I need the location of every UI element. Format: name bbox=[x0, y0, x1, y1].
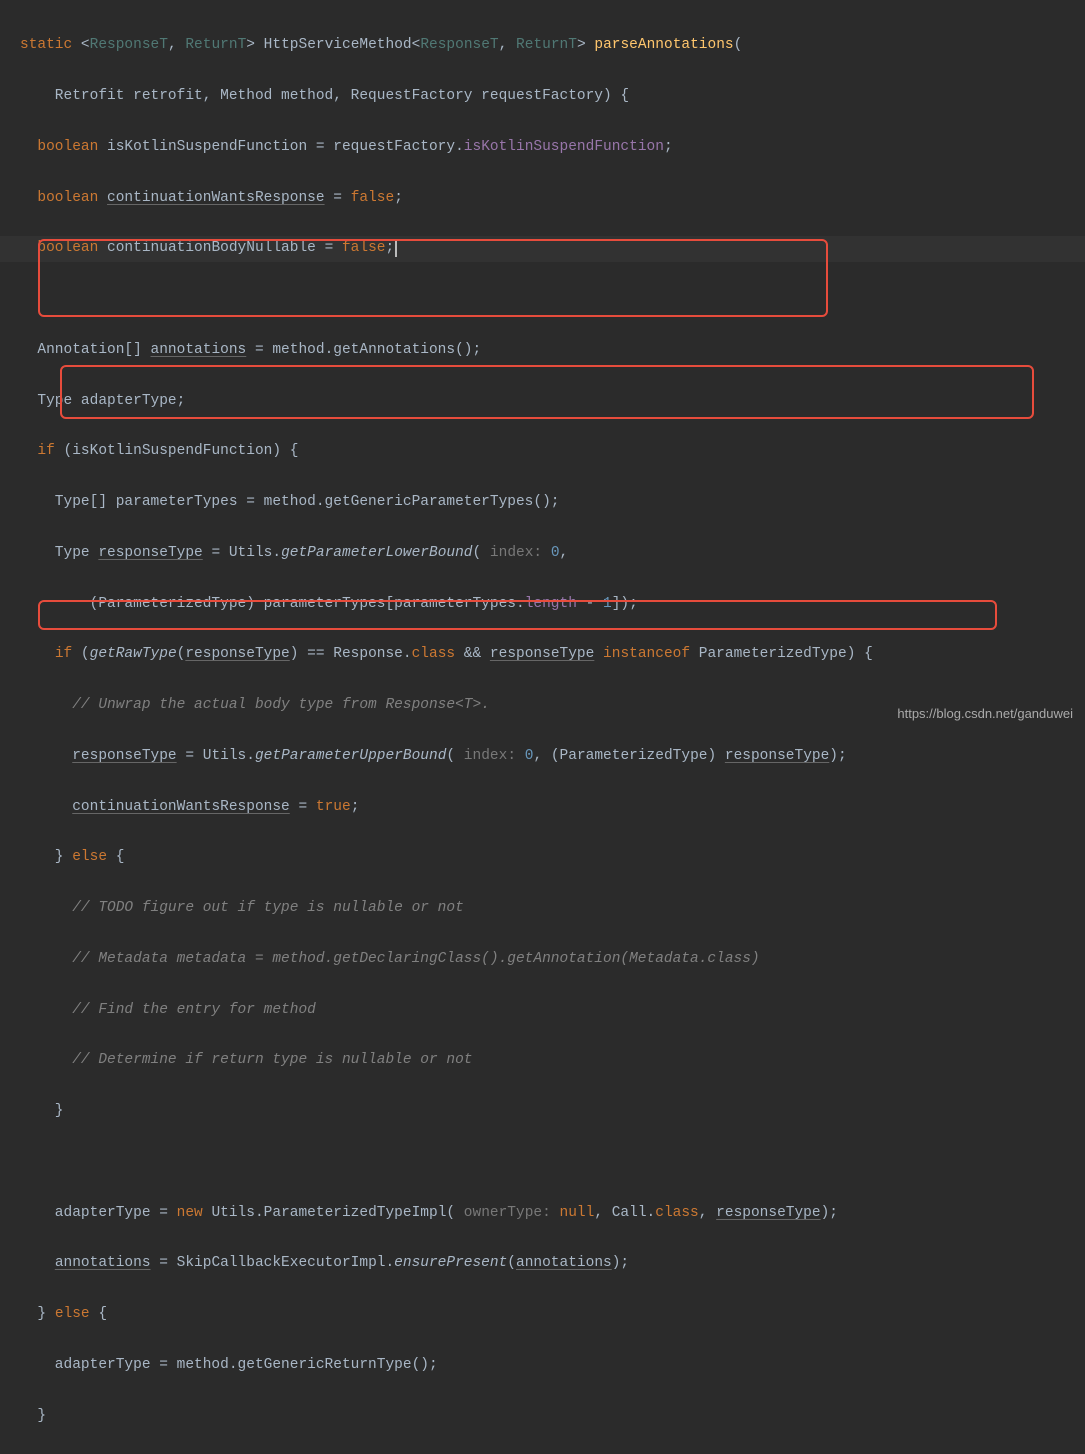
text-cursor bbox=[395, 239, 397, 257]
code-line: continuationWantsResponse = true; bbox=[0, 795, 1085, 820]
code-line: adapterType = new Utils.ParameterizedTyp… bbox=[0, 1201, 1085, 1226]
code-line: boolean isKotlinSuspendFunction = reques… bbox=[0, 135, 1085, 160]
code-line: (ParameterizedType) parameterTypes[param… bbox=[0, 592, 1085, 617]
code-line: static <ResponseT, ReturnT> HttpServiceM… bbox=[0, 33, 1085, 58]
watermark-text: https://blog.csdn.net/ganduwei bbox=[897, 703, 1073, 726]
code-line bbox=[0, 287, 1085, 312]
code-line: boolean continuationWantsResponse = fals… bbox=[0, 186, 1085, 211]
code-line: annotations = SkipCallbackExecutorImpl.e… bbox=[0, 1251, 1085, 1276]
code-line: } bbox=[0, 1099, 1085, 1124]
code-line: Annotation[] annotations = method.getAnn… bbox=[0, 338, 1085, 363]
code-line: // Find the entry for method bbox=[0, 998, 1085, 1023]
code-line: // Determine if return type is nullable … bbox=[0, 1048, 1085, 1073]
code-block: static <ResponseT, ReturnT> HttpServiceM… bbox=[0, 0, 1085, 1454]
code-line: if (getRawType(responseType) == Response… bbox=[0, 642, 1085, 667]
code-line bbox=[0, 1150, 1085, 1175]
code-line: Type[] parameterTypes = method.getGeneri… bbox=[0, 490, 1085, 515]
code-line: Type adapterType; bbox=[0, 389, 1085, 414]
code-line: } else { bbox=[0, 845, 1085, 870]
code-line: Retrofit retrofit, Method method, Reques… bbox=[0, 84, 1085, 109]
code-line: adapterType = method.getGenericReturnTyp… bbox=[0, 1353, 1085, 1378]
code-line: } bbox=[0, 1404, 1085, 1429]
code-line: // Metadata metadata = method.getDeclari… bbox=[0, 947, 1085, 972]
code-line: // TODO figure out if type is nullable o… bbox=[0, 896, 1085, 921]
code-line: } else { bbox=[0, 1302, 1085, 1327]
code-line: responseType = Utils.getParameterUpperBo… bbox=[0, 744, 1085, 769]
code-line: Type responseType = Utils.getParameterLo… bbox=[0, 541, 1085, 566]
code-line-active: boolean continuationBodyNullable = false… bbox=[0, 236, 1085, 261]
code-line: if (isKotlinSuspendFunction) { bbox=[0, 439, 1085, 464]
